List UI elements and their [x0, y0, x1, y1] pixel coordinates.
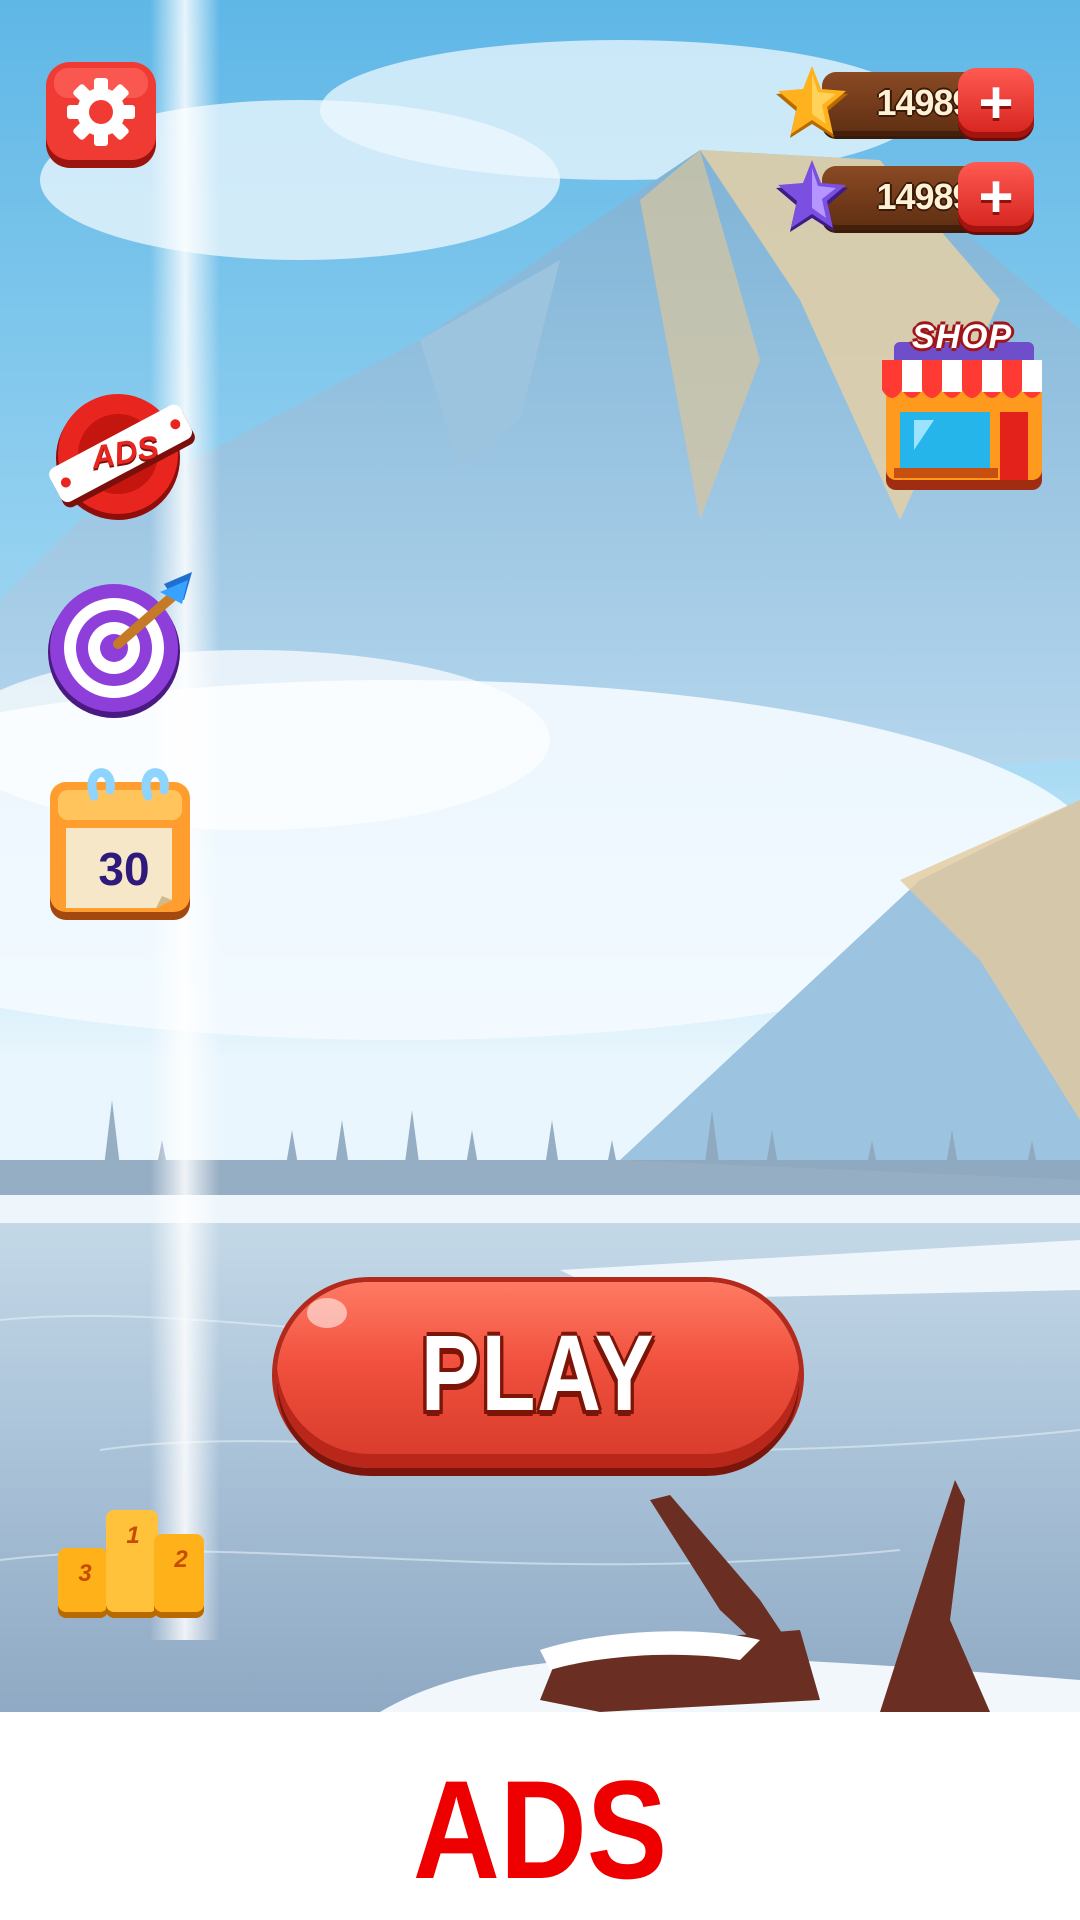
remove-ads-button[interactable]: ADS	[44, 386, 200, 522]
target-icon	[48, 572, 192, 718]
shop-label: SHOP	[911, 318, 1013, 356]
calendar-day-number: 30	[98, 843, 150, 895]
play-label: PLAY	[420, 1312, 656, 1433]
gear-icon	[46, 62, 156, 168]
podium-second-label: 2	[174, 1546, 188, 1573]
gold-currency-bar: 14989 +	[772, 64, 1042, 144]
plus-icon: +	[978, 69, 1014, 136]
settings-button[interactable]	[44, 62, 158, 172]
gold-star-icon	[776, 66, 848, 138]
ad-banner-label: ADS	[412, 1751, 668, 1908]
plus-icon: +	[978, 163, 1014, 230]
add-gold-button[interactable]: +	[958, 68, 1034, 138]
play-button[interactable]: PLAY	[277, 1282, 799, 1468]
target-button[interactable]	[42, 570, 202, 720]
podium-third-label: 3	[78, 1560, 92, 1587]
podium-first-label: 1	[126, 1522, 140, 1549]
shop-button[interactable]: SHOP	[874, 318, 1050, 496]
leaderboard-button[interactable]: 3 1 2	[56, 1510, 206, 1620]
game-scene: 14989 + 14989 + SHOP ADS 30 3 1 2 PLAY	[0, 0, 1080, 1712]
add-purple-button[interactable]: +	[958, 162, 1034, 232]
ad-banner[interactable]: ADS	[0, 1712, 1080, 1920]
purple-star-icon	[776, 160, 848, 232]
purple-currency-bar: 14989 +	[772, 158, 1042, 238]
daily-reward-button[interactable]: 30	[44, 760, 200, 926]
